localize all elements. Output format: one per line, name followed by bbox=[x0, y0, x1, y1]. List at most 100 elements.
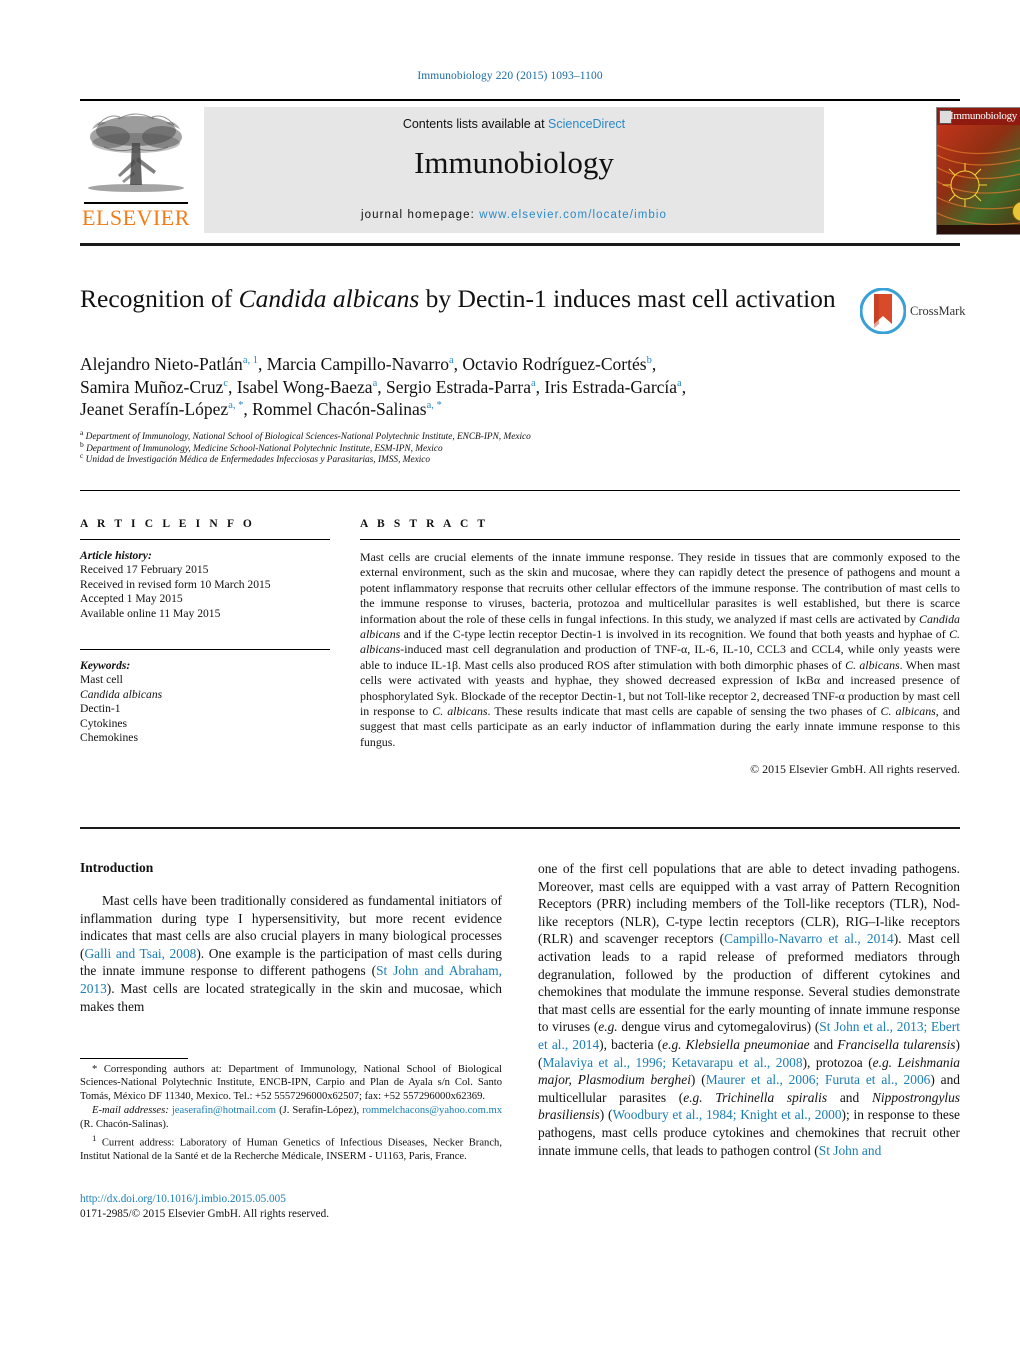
keywords-block: Keywords: Mast cell Candida albicans Dec… bbox=[80, 659, 330, 745]
date-online: Available online 11 May 2015 bbox=[80, 606, 221, 620]
author-name: , Octavio Rodríguez-Cortés bbox=[453, 354, 647, 374]
running-head: Immunobiology 220 (2015) 1093–1100 bbox=[417, 70, 603, 82]
title-species-name: Candida albicans bbox=[238, 284, 420, 313]
journal-title-box: Contents lists available at ScienceDirec… bbox=[204, 107, 824, 233]
species-name: e.g. Trichinella spiralis bbox=[683, 1089, 828, 1105]
abstract-species: C. albicans bbox=[432, 704, 488, 719]
author-name: , Iris Estrada-García bbox=[535, 376, 678, 397]
email-owner: (J. Serafín-López), bbox=[276, 1105, 360, 1117]
affiliation-item: b Department of Immunology, Medicine Sch… bbox=[80, 439, 443, 454]
doi-link[interactable]: http://dx.doi.org/10.1016/j.imbio.2015.0… bbox=[80, 1192, 540, 1207]
footnote-text: Current address: Laboratory of Human Gen… bbox=[80, 1137, 502, 1162]
paragraph-segment: and bbox=[827, 1089, 872, 1105]
author-name: Alejandro Nieto-Patlán bbox=[80, 354, 243, 374]
email-label: E-mail addresses: bbox=[92, 1105, 169, 1117]
citation-link[interactable]: Malaviya et al., 1996; Ketavarapu et al.… bbox=[542, 1055, 802, 1070]
author-name: Jeanet Serafín-López bbox=[80, 399, 229, 419]
paragraph-segment: dengue virus and cytomegalovirus) ( bbox=[617, 1019, 820, 1035]
elsevier-tree-icon bbox=[88, 113, 184, 192]
citation-link[interactable]: Maurer et al., 2006; Furuta et al., 2006 bbox=[706, 1072, 931, 1087]
author-name: , Isabel Wong-Baeza bbox=[228, 376, 373, 397]
crossmark-badge[interactable]: CrossMark bbox=[860, 288, 966, 338]
paragraph-segment: ) ( bbox=[690, 1072, 706, 1088]
homepage-prefix: journal homepage: bbox=[360, 209, 480, 221]
issn-copyright: 0171-2985/© 2015 Elsevier GmbH. All righ… bbox=[80, 1207, 329, 1220]
title-segment-2: by Dectin-1 induces mast cell activation bbox=[419, 284, 836, 313]
citation-link[interactable]: Galli and Tsai, 2008 bbox=[84, 946, 196, 961]
header-rule-top bbox=[80, 99, 960, 101]
abstract-text: Mast cells are crucial elements of the i… bbox=[360, 550, 960, 750]
author-affil-marker: a, * bbox=[228, 400, 244, 412]
keyword-item: Candida albicans bbox=[80, 687, 163, 701]
keyword-item: Mast cell bbox=[80, 673, 123, 687]
keywords-label: Keywords: bbox=[80, 659, 131, 673]
header-rule-bottom bbox=[80, 243, 960, 246]
introduction-heading: Introduction bbox=[80, 860, 154, 875]
body-rule-top bbox=[80, 827, 960, 829]
species-name: e.g. Klebsiella pneumoniae bbox=[662, 1036, 810, 1052]
footnote-block: * Corresponding authors at: Department o… bbox=[80, 1063, 502, 1164]
journal-cover-thumbnail[interactable]: Immunobiology 7 bbox=[936, 107, 1020, 235]
article-info-column: A R T I C L E I N F O Article history: R… bbox=[80, 518, 330, 745]
contents-prefix: Contents lists available at bbox=[402, 117, 549, 131]
abstract-species: C. albicans bbox=[880, 704, 936, 719]
paragraph-segment: ) ( bbox=[599, 1107, 613, 1123]
affiliation-text: Department of Immunology, Medicine Schoo… bbox=[86, 443, 443, 454]
author-name: , Rommel Chacón-Salinas bbox=[243, 399, 427, 419]
page-title: Recognition of Candida albicans by Decti… bbox=[80, 283, 840, 314]
author-name: , Marcia Campillo-Navarro bbox=[257, 354, 449, 374]
species-name: Francisella tularensis bbox=[837, 1036, 956, 1052]
elsevier-logo[interactable]: ELSEVIER bbox=[80, 107, 192, 233]
date-received: Received 17 February 2015 bbox=[80, 563, 209, 577]
intro-paragraph-right: one of the first cell populations that a… bbox=[538, 860, 960, 1159]
homepage-url-link[interactable]: www.elsevier.com/locate/imbio bbox=[479, 209, 667, 221]
paragraph-segment: ), protozoa ( bbox=[802, 1054, 873, 1070]
cover-artwork bbox=[937, 125, 1020, 234]
eg-marker: e.g. bbox=[598, 1019, 618, 1035]
sciencedirect-link[interactable]: ScienceDirect bbox=[548, 117, 625, 131]
citation-link[interactable]: Campillo-Navarro et al., 2014 bbox=[724, 931, 894, 946]
citation-link[interactable]: St John and bbox=[819, 1143, 882, 1158]
email-link[interactable]: jeaserafin@hotmail.com bbox=[172, 1105, 276, 1116]
info-section-rule bbox=[80, 490, 960, 491]
abstract-copyright: © 2015 Elsevier GmbH. All rights reserve… bbox=[750, 762, 960, 777]
paragraph-segment: and bbox=[809, 1036, 838, 1052]
cover-title-text: Immunobiology bbox=[950, 110, 1017, 122]
keyword-item: Chemokines bbox=[80, 731, 138, 745]
paragraph-segment: ), bacteria ( bbox=[599, 1036, 663, 1052]
footnote-text: Corresponding authors at: Department of … bbox=[80, 1064, 502, 1102]
author-affil-marker: a, 1 bbox=[242, 355, 258, 367]
affiliation-text: Department of Immunology, National Schoo… bbox=[85, 432, 531, 442]
elsevier-wordmark: ELSEVIER bbox=[80, 202, 192, 231]
keyword-item: Dectin-1 bbox=[80, 702, 121, 716]
affiliation-item: a Department of Immunology, National Sch… bbox=[80, 427, 531, 442]
journal-homepage-line: journal homepage: www.elsevier.com/locat… bbox=[204, 209, 824, 221]
article-history-block: Article history: Received 17 February 20… bbox=[80, 549, 330, 621]
article-history-label: Article history: bbox=[80, 549, 152, 562]
elsevier-wordmark-text: ELSEVIER bbox=[82, 205, 190, 230]
author-list: Alejandro Nieto-Patlána, 1, Marcia Campi… bbox=[80, 354, 687, 419]
intro-paragraph-left: Mast cells have been traditionally consi… bbox=[80, 892, 502, 1015]
article-info-divider bbox=[80, 539, 330, 540]
keyword-item: Cytokines bbox=[80, 716, 128, 730]
crossmark-icon bbox=[860, 288, 906, 334]
email-link[interactable]: rommelchacons@yahoo.com.mx bbox=[362, 1105, 502, 1116]
author-name: Samira Muñoz-Cruz bbox=[80, 376, 224, 397]
footnote-rule bbox=[80, 1058, 188, 1059]
affiliation-text: Unidad de Investigación Médica de Enferm… bbox=[85, 455, 431, 466]
title-segment-1: Recognition of bbox=[80, 284, 239, 313]
journal-header-band: ELSEVIER Contents lists available at Sci… bbox=[80, 105, 1020, 235]
paragraph-segment: ). Mast cells are located strategically … bbox=[80, 980, 502, 1014]
body-left-column: Introduction Mast cells have been tradit… bbox=[80, 860, 502, 1015]
cover-footer-bar bbox=[937, 225, 1020, 234]
affiliation-item: c Unidad de Investigación Médica de Enfe… bbox=[80, 451, 431, 466]
date-revised: Received in revised form 10 March 2015 bbox=[80, 577, 271, 591]
author-name: , Sergio Estrada-Parra bbox=[377, 376, 531, 397]
abstract-segment: . These results indicate that mast cells… bbox=[487, 704, 881, 719]
crossmark-label: CrossMark bbox=[910, 304, 966, 318]
email-note: E-mail addresses: jeaserafin@hotmail.com… bbox=[80, 1104, 502, 1131]
author-affil-marker: a, * bbox=[426, 400, 442, 412]
citation-link[interactable]: Woodbury et al., 1984; Knight et al., 20… bbox=[612, 1107, 841, 1122]
author-affil-marker: a bbox=[677, 377, 682, 389]
